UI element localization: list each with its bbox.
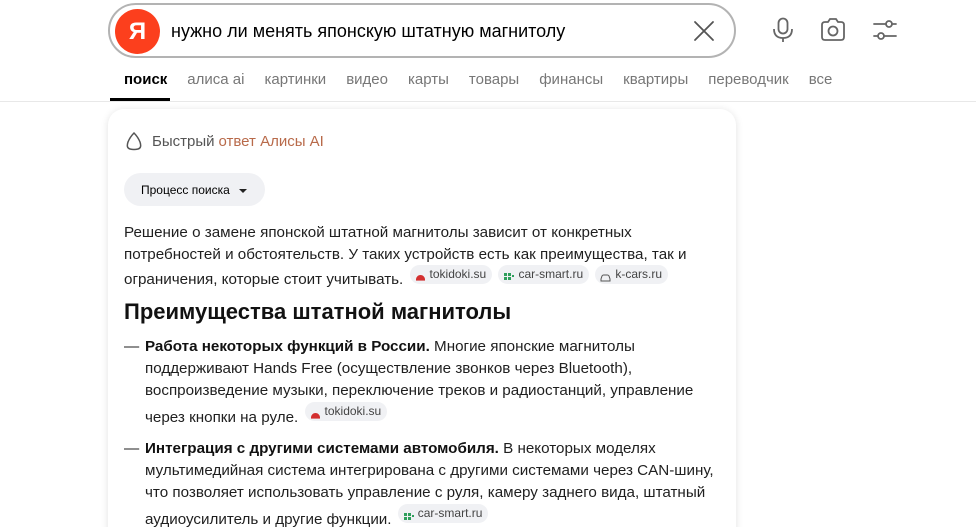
tab-products[interactable]: товары — [469, 71, 519, 91]
tab-apartments[interactable]: квартиры — [623, 71, 688, 91]
list-item-title: Интеграция с другими системами автомобил… — [145, 439, 499, 457]
car-smart-favicon-icon — [503, 269, 515, 280]
answer-heading: Преимущества штатной магнитолы — [124, 298, 512, 324]
close-icon[interactable] — [693, 20, 715, 42]
tab-all[interactable]: все — [809, 71, 833, 91]
source-chip-tokidoki[interactable]: tokidoki.su — [304, 401, 388, 421]
alice-label-quick: Быстрый — [152, 132, 215, 150]
source-chip-car-smart[interactable]: car-smart.ru — [498, 265, 590, 284]
source-chip-label: car-smart.ru — [417, 506, 483, 520]
list-item: — Работа некоторых функций в России. Мно… — [124, 336, 724, 429]
chevron-down-icon — [238, 185, 248, 195]
alice-header: Быстрый ответ Алисы AI — [124, 131, 324, 151]
list-item: — Интеграция с другими системами автомоб… — [124, 438, 724, 527]
header-divider — [0, 101, 976, 102]
answer-content: Решение о замене японской штатной магнит… — [124, 222, 724, 527]
tab-maps[interactable]: карты — [408, 71, 449, 91]
list-dash: — — [124, 337, 140, 355]
search-tabs: поиск алиса ai картинки видео карты това… — [124, 71, 852, 91]
alice-icon — [124, 131, 144, 151]
source-chip-car-smart[interactable]: car-smart.ru — [397, 503, 489, 523]
search-input[interactable] — [171, 19, 671, 43]
tab-images[interactable]: картинки — [264, 71, 326, 91]
list-item-title: Работа некоторых функций в России. — [145, 337, 430, 355]
source-chip-label: k-cars.ru — [615, 266, 663, 281]
answer-intro: Решение о замене японской штатной магнит… — [124, 222, 724, 291]
search-bar: Я — [108, 3, 736, 58]
tab-finance[interactable]: финансы — [539, 71, 603, 91]
list-dash: — — [124, 439, 140, 457]
tab-search[interactable]: поиск — [124, 71, 167, 91]
source-chip-label: car-smart.ru — [518, 266, 584, 281]
filter-settings-icon[interactable] — [871, 16, 899, 44]
search-process-button[interactable]: Процесс поиска — [124, 173, 265, 206]
tokidoki-favicon-icon — [310, 406, 321, 419]
alice-label-answer: ответ Алисы AI — [218, 132, 324, 150]
source-chip-label: tokidoki.su — [324, 404, 382, 418]
source-chip-tokidoki[interactable]: tokidoki.su — [409, 265, 493, 284]
tab-alice-ai[interactable]: алиса ai — [187, 71, 244, 91]
search-process-label: Процесс поиска — [141, 182, 230, 197]
car-smart-favicon-icon — [403, 508, 414, 520]
camera-search-icon[interactable] — [819, 16, 847, 44]
source-chip-label: tokidoki.su — [429, 266, 487, 281]
source-chip-k-cars[interactable]: k-cars.ru — [595, 265, 669, 284]
tokidoki-favicon-icon — [415, 269, 426, 281]
microphone-icon[interactable] — [769, 16, 797, 44]
car-favicon-icon — [600, 269, 611, 282]
tab-video[interactable]: видео — [346, 71, 388, 91]
yandex-logo[interactable]: Я — [115, 9, 160, 54]
tab-translator[interactable]: переводчик — [708, 71, 788, 91]
